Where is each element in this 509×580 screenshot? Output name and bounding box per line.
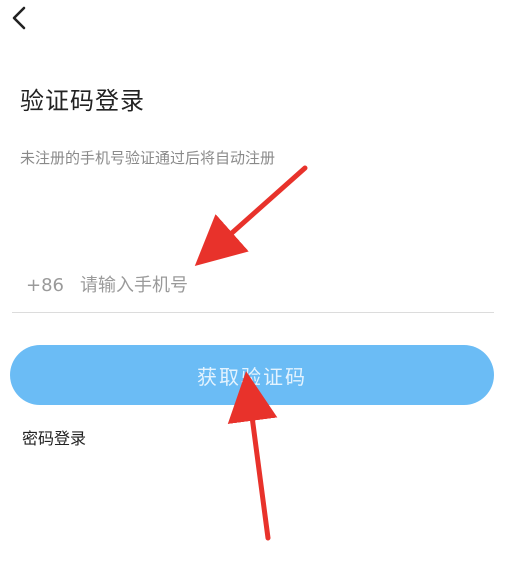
page-subtitle: 未注册的手机号验证通过后将自动注册 xyxy=(20,149,276,167)
red-arrow-icon xyxy=(227,371,278,541)
red-arrow-icon xyxy=(194,165,308,266)
back-button[interactable] xyxy=(6,2,36,36)
password-login-link[interactable]: 密码登录 xyxy=(22,428,86,450)
chevron-left-icon[interactable] xyxy=(6,2,36,36)
phone-input[interactable] xyxy=(80,274,460,296)
phone-input-row: +86 xyxy=(12,258,494,313)
get-code-button[interactable]: 获取验证码 xyxy=(10,345,494,405)
page-title: 验证码登录 xyxy=(20,87,145,115)
country-code-selector[interactable]: +86 xyxy=(26,275,64,296)
